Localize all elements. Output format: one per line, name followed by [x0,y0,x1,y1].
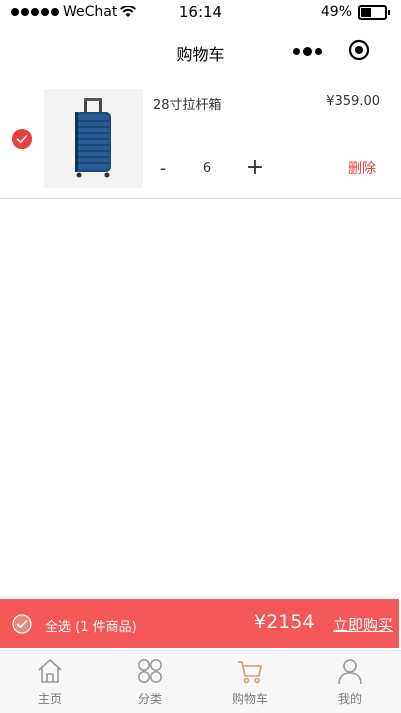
buy-now-button[interactable]: 立即购买 [333,614,393,635]
checkout-bar: 全选 (1 件商品) ¥2154 立即购买 [0,599,399,648]
tab-home[interactable]: 主页 [0,651,100,711]
decrease-quantity-button[interactable]: - [152,157,174,181]
total-price: ¥2154 [254,611,315,633]
battery-group: 49% [320,4,390,20]
tab-category[interactable]: 分类 [100,651,200,711]
category-icon [138,659,162,683]
tab-cart-label: 购物车 [231,692,268,706]
delete-button[interactable]: 删除 [348,158,376,178]
tab-bar: 主页 分类 购物车 我的 [0,650,401,713]
tab-profile[interactable]: 我的 [300,651,400,711]
battery-icon [358,4,390,20]
item-check-icon[interactable] [12,129,32,149]
more-icon[interactable] [290,42,324,60]
battery-percent: 49% [320,4,352,20]
select-all-check-icon[interactable] [12,614,32,634]
tab-home-label: 主页 [37,692,62,706]
product-image[interactable] [44,89,143,188]
product-price: ¥359.00 [326,94,380,109]
cart-icon [238,661,262,684]
product-name[interactable]: 28寸拉杆箱 [153,94,222,113]
tab-category-label: 分类 [137,692,162,706]
home-icon [38,659,62,683]
increase-quantity-button[interactable]: + [243,155,267,181]
select-all-label[interactable]: 全选 (1 件商品) [45,616,137,635]
suitcase-icon [44,89,143,188]
page-title: 购物车 [176,45,225,64]
quantity-value[interactable]: 6 [193,161,221,176]
close-miniprogram-icon[interactable] [348,39,370,61]
tab-profile-label: 我的 [337,692,362,706]
cart-item: 28寸拉杆箱 ¥359.00 - 6 + 删除 [0,83,401,199]
nav-bar: 购物车 [0,24,401,78]
status-bar: WeChat 16:14 49% [0,0,401,24]
tab-cart[interactable]: 购物车 [200,651,300,711]
user-icon [338,659,362,685]
